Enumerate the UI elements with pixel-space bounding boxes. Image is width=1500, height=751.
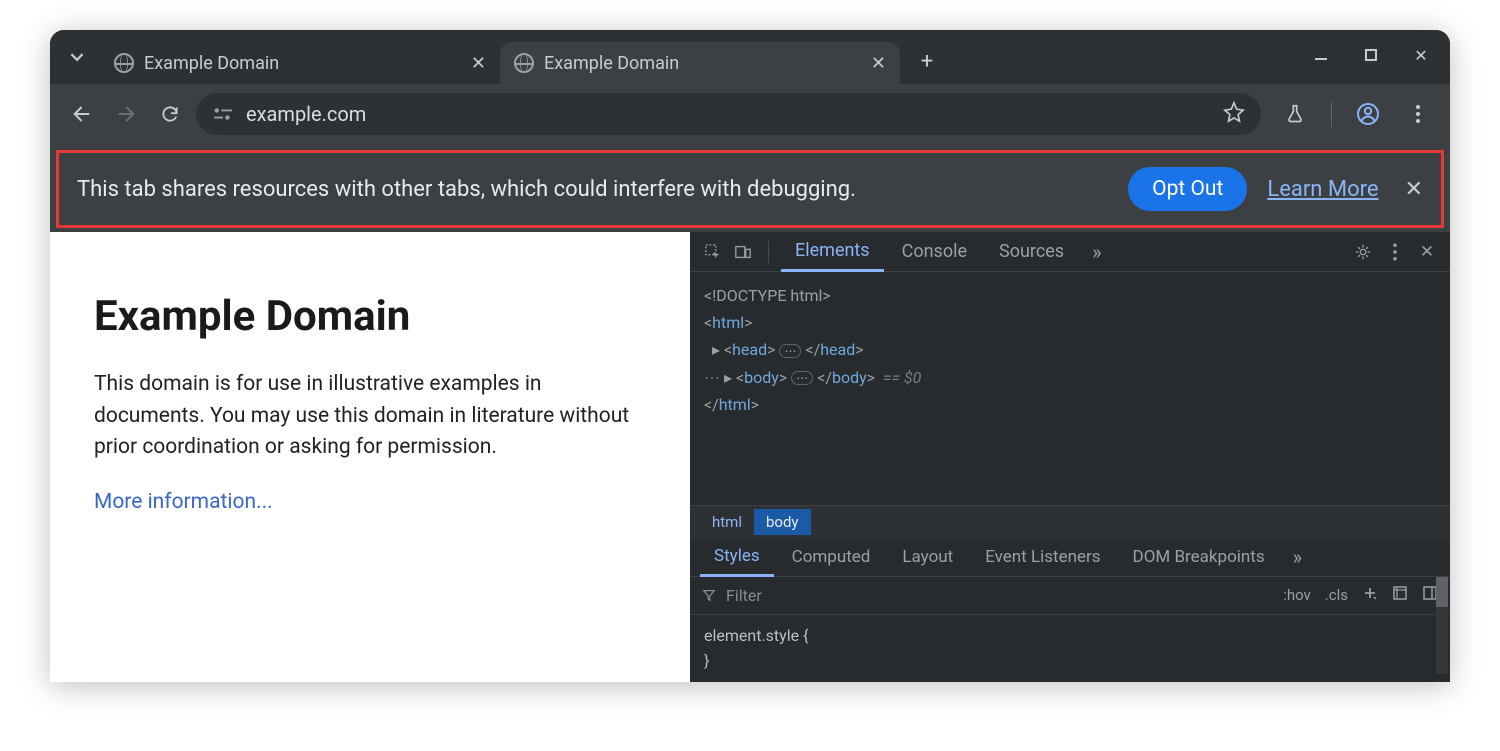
expand-icon[interactable]: ▸ xyxy=(712,340,720,359)
more-information-link[interactable]: More information... xyxy=(94,490,273,514)
tab-inactive[interactable]: Example Domain ✕ xyxy=(100,42,500,84)
new-style-rule-icon[interactable] xyxy=(1362,585,1378,605)
profile-icon[interactable] xyxy=(1350,96,1386,132)
tab-title: Example Domain xyxy=(144,53,461,74)
reload-button[interactable] xyxy=(152,96,188,132)
devtools-separator xyxy=(768,241,769,263)
infobar-text: This tab shares resources with other tab… xyxy=(77,177,1108,202)
ellipsis-icon[interactable]: ⋯ xyxy=(779,344,801,358)
styles-filter-actions: :hov .cls xyxy=(1283,585,1438,605)
style-line: element.style { xyxy=(704,623,1436,649)
tab-layout[interactable]: Layout xyxy=(888,539,967,575)
minimize-button[interactable] xyxy=(1310,44,1332,66)
dom-line: ▸ <head>⋯</head> xyxy=(704,336,1436,363)
filter-icon xyxy=(702,588,716,602)
device-toolbar-icon[interactable] xyxy=(730,239,756,265)
kebab-menu-icon[interactable] xyxy=(1400,96,1436,132)
tab-console[interactable]: Console xyxy=(888,233,981,270)
hov-toggle[interactable]: :hov xyxy=(1283,586,1311,604)
site-settings-icon[interactable] xyxy=(212,106,234,122)
page-paragraph: This domain is for use in illustrative e… xyxy=(94,369,646,464)
page-heading: Example Domain xyxy=(94,292,646,341)
dom-tree[interactable]: <!DOCTYPE html> <html> ▸ <head>⋯</head> … xyxy=(690,272,1450,505)
tab-computed[interactable]: Computed xyxy=(778,539,885,575)
close-window-button[interactable]: ✕ xyxy=(1410,44,1432,66)
learn-more-link[interactable]: Learn More xyxy=(1267,177,1378,202)
tab-event-listeners[interactable]: Event Listeners xyxy=(971,539,1114,575)
toolbar-right xyxy=(1277,96,1436,132)
styles-filter-row: Filter :hov .cls xyxy=(690,577,1450,615)
style-line: } xyxy=(704,648,1436,674)
content-split: Example Domain This domain is for use in… xyxy=(50,232,1450,682)
dom-line: <html> xyxy=(704,309,1436,336)
url-text: example.com xyxy=(246,102,1211,126)
tab-sources[interactable]: Sources xyxy=(985,233,1078,270)
breadcrumb-item-active[interactable]: body xyxy=(754,509,811,535)
line-actions-icon[interactable]: ⋯ xyxy=(704,368,720,387)
expand-icon[interactable]: ▸ xyxy=(724,368,732,387)
close-icon[interactable]: ✕ xyxy=(1405,177,1423,202)
globe-icon xyxy=(514,53,534,73)
close-icon[interactable]: ✕ xyxy=(1414,239,1440,265)
dom-line: <!DOCTYPE html> xyxy=(704,282,1436,309)
styles-code[interactable]: element.style { } xyxy=(690,615,1450,682)
cls-toggle[interactable]: .cls xyxy=(1325,586,1348,604)
gear-icon[interactable] xyxy=(1350,239,1376,265)
more-tabs-icon[interactable]: » xyxy=(1082,232,1111,272)
dom-breadcrumb: html body xyxy=(690,505,1450,539)
inspect-element-icon[interactable] xyxy=(700,239,726,265)
window-controls: ✕ xyxy=(1310,44,1432,66)
tab-elements[interactable]: Elements xyxy=(781,232,884,272)
tab-styles[interactable]: Styles xyxy=(700,538,774,577)
back-button[interactable] xyxy=(64,96,100,132)
kebab-menu-icon[interactable] xyxy=(1382,239,1408,265)
toolbar-divider xyxy=(1331,101,1332,127)
tab-active[interactable]: Example Domain ✕ xyxy=(500,42,900,84)
bookmark-star-icon[interactable] xyxy=(1223,101,1245,127)
globe-icon xyxy=(114,53,134,73)
filter-placeholder: Filter xyxy=(726,586,762,605)
devtools-tabbar: Elements Console Sources » ✕ xyxy=(690,232,1450,272)
more-tabs-icon[interactable]: » xyxy=(1283,537,1312,577)
close-icon[interactable]: ✕ xyxy=(871,53,886,74)
styles-filter-input[interactable]: Filter xyxy=(702,586,1271,605)
breadcrumb-item[interactable]: html xyxy=(700,509,754,535)
ellipsis-icon[interactable]: ⋯ xyxy=(791,371,813,385)
chevron-down-icon xyxy=(70,50,84,64)
labs-icon[interactable] xyxy=(1277,96,1313,132)
styles-tabbar: Styles Computed Layout Event Listeners D… xyxy=(690,539,1450,577)
browser-window: Example Domain ✕ Example Domain ✕ + ✕ ex… xyxy=(50,30,1450,682)
scrollbar-thumb[interactable] xyxy=(1436,577,1448,607)
page-viewport: Example Domain This domain is for use in… xyxy=(50,232,690,682)
tab-title: Example Domain xyxy=(544,53,861,74)
forward-button[interactable] xyxy=(108,96,144,132)
dom-line-selected: ⋯▸ <body>⋯</body> == $0 xyxy=(704,364,1436,391)
tab-dom-breakpoints[interactable]: DOM Breakpoints xyxy=(1119,539,1279,575)
dom-line: </html> xyxy=(704,391,1436,418)
devtools-panel: Elements Console Sources » ✕ <!DOCTYPE h… xyxy=(690,232,1450,682)
new-tab-button[interactable]: + xyxy=(910,44,944,78)
debugging-infobar: This tab shares resources with other tab… xyxy=(56,150,1444,228)
close-icon[interactable]: ✕ xyxy=(471,53,486,74)
address-bar[interactable]: example.com xyxy=(196,93,1261,135)
maximize-button[interactable] xyxy=(1360,44,1382,66)
infobar-container: This tab shares resources with other tab… xyxy=(50,144,1450,232)
computed-style-icon[interactable] xyxy=(1392,585,1408,605)
tab-search-dropdown[interactable] xyxy=(64,44,90,70)
tab-strip: Example Domain ✕ Example Domain ✕ + ✕ xyxy=(50,30,1450,84)
toolbar: example.com xyxy=(50,84,1450,144)
opt-out-button[interactable]: Opt Out xyxy=(1128,167,1247,211)
